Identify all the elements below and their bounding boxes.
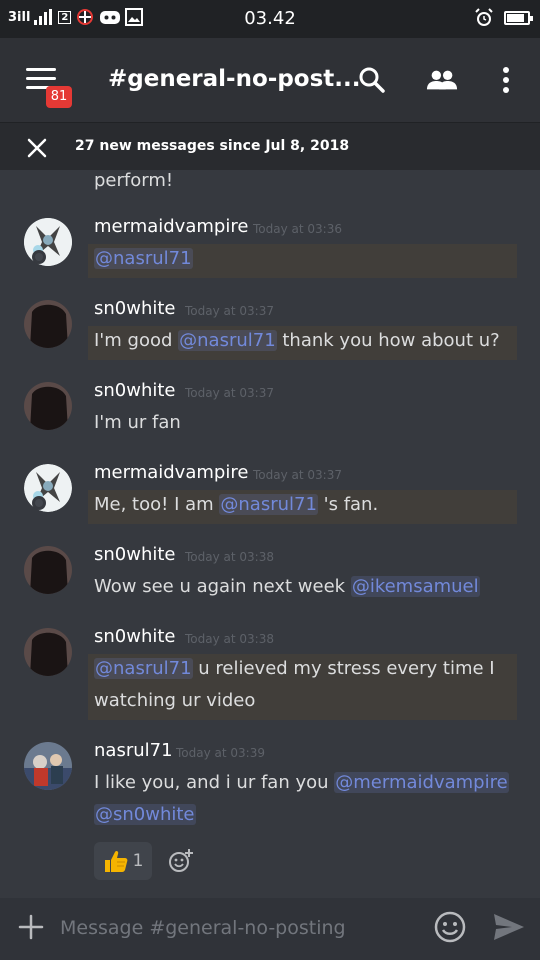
- user-mention[interactable]: @nasrul71: [178, 330, 277, 351]
- search-icon: [359, 67, 385, 93]
- message: sn0white Today at 03:37 I'm ur fan: [0, 380, 540, 450]
- text-segment: I like you, and i ur fan you: [94, 772, 335, 793]
- message: mermaidvampire Today at 03:37 Me, too! I…: [0, 462, 540, 532]
- timestamp: Today at 03:37: [185, 386, 274, 400]
- avatar[interactable]: [24, 464, 72, 512]
- add-reaction-icon: [169, 849, 193, 872]
- avatar[interactable]: [24, 218, 72, 266]
- message: sn0white Today at 03:38 @nasrul71 u reli…: [0, 626, 540, 726]
- send-button[interactable]: [492, 912, 526, 942]
- reaction-thumbs-up[interactable]: 1: [94, 842, 152, 880]
- status-indicator: [32, 496, 46, 510]
- timestamp: Today at 03:39: [176, 746, 265, 760]
- avatar[interactable]: [24, 300, 72, 348]
- members-button[interactable]: [426, 64, 458, 96]
- text-segment: 's fan.: [317, 494, 379, 515]
- message: mermaidvampire Today at 03:36 @nasrul71: [0, 216, 540, 286]
- message-text-line-2: watching ur video: [94, 690, 256, 711]
- user-mention[interactable]: @nasrul71: [94, 248, 193, 269]
- partial-message-line: perform!: [94, 170, 174, 191]
- username[interactable]: sn0white: [94, 544, 176, 565]
- new-messages-bar[interactable]: 27 new messages since Jul 8, 2018: [0, 122, 540, 170]
- user-mention[interactable]: @nasrul71: [219, 494, 318, 515]
- username[interactable]: sn0white: [94, 298, 176, 319]
- more-icon: [503, 67, 509, 93]
- attach-button[interactable]: [18, 914, 44, 940]
- members-icon: [426, 70, 458, 90]
- status-right: [474, 8, 533, 28]
- message: sn0white Today at 03:37 I'm good @nasrul…: [0, 298, 540, 368]
- status-time: 03.42: [244, 8, 296, 29]
- username[interactable]: nasrul71: [94, 740, 173, 761]
- status-bar: 3ill 2 03.42: [0, 0, 540, 38]
- text-segment: Wow see u again next week: [94, 576, 351, 597]
- timestamp: Today at 03:37: [185, 304, 274, 318]
- username[interactable]: sn0white: [94, 626, 176, 647]
- message: sn0white Today at 03:38 Wow see u again …: [0, 544, 540, 614]
- message-list[interactable]: perform! mermaidvampire Today at 03:36 @…: [0, 170, 540, 898]
- message-text: I'm good @nasrul71 thank you how about u…: [94, 330, 500, 351]
- avatar[interactable]: [24, 546, 72, 594]
- alarm-icon: [475, 8, 493, 26]
- message-text: Wow see u again next week @ikemsamuel: [94, 576, 480, 597]
- more-button[interactable]: [490, 64, 522, 96]
- message-text: @nasrul71 u relieved my stress every tim…: [94, 658, 495, 679]
- message-text: Me, too! I am @nasrul71 's fan.: [94, 494, 378, 515]
- add-reaction-button[interactable]: [168, 848, 194, 874]
- emoji-button[interactable]: [434, 911, 466, 943]
- channel-title[interactable]: #general-no-post...: [108, 66, 360, 92]
- avatar[interactable]: [24, 628, 72, 676]
- username[interactable]: mermaidvampire: [94, 462, 248, 483]
- close-icon: [27, 138, 47, 158]
- thumbs-up-icon: [104, 850, 127, 872]
- app-header: 81 #general-no-post...: [0, 38, 540, 122]
- user-mention[interactable]: @ikemsamuel: [350, 576, 480, 597]
- message-text: I'm ur fan: [94, 412, 181, 433]
- avatar[interactable]: [24, 382, 72, 430]
- message-text-line-2: @sn0white: [94, 804, 196, 825]
- unread-badge: 81: [46, 86, 72, 108]
- user-mention[interactable]: @nasrul71: [94, 658, 193, 679]
- username[interactable]: mermaidvampire: [94, 216, 248, 237]
- timestamp: Today at 03:38: [185, 550, 274, 564]
- plus-icon: [18, 914, 44, 940]
- message-text: I like you, and i ur fan you @mermaidvam…: [94, 772, 509, 793]
- battery-icon: [504, 11, 533, 25]
- user-mention[interactable]: @mermaidvampire: [334, 772, 509, 793]
- timestamp: Today at 03:36: [253, 222, 342, 236]
- user-mention[interactable]: @sn0white: [94, 804, 196, 825]
- text-segment: Me, too! I am: [94, 494, 220, 515]
- message-input[interactable]: [60, 914, 420, 942]
- text-segment: I'm good: [94, 330, 179, 351]
- message: nasrul71 Today at 03:39 I like you, and …: [0, 740, 540, 890]
- timestamp: Today at 03:38: [185, 632, 274, 646]
- message-composer: [0, 898, 540, 960]
- reaction-count: 1: [132, 851, 144, 871]
- timestamp: Today at 03:37: [253, 468, 342, 482]
- text-segment: thank you how about u?: [276, 330, 500, 351]
- battery-fill: [507, 14, 524, 22]
- dismiss-new-messages-button[interactable]: [26, 137, 48, 159]
- username[interactable]: sn0white: [94, 380, 176, 401]
- search-button[interactable]: [356, 64, 388, 96]
- new-messages-text: 27 new messages since Jul 8, 2018: [75, 138, 350, 154]
- emoji-icon: [434, 911, 466, 943]
- message-text: @nasrul71: [94, 248, 193, 269]
- avatar[interactable]: [24, 742, 72, 790]
- text-segment: u relieved my stress every time I: [192, 658, 495, 679]
- status-indicator: [32, 250, 46, 264]
- send-icon: [494, 914, 524, 940]
